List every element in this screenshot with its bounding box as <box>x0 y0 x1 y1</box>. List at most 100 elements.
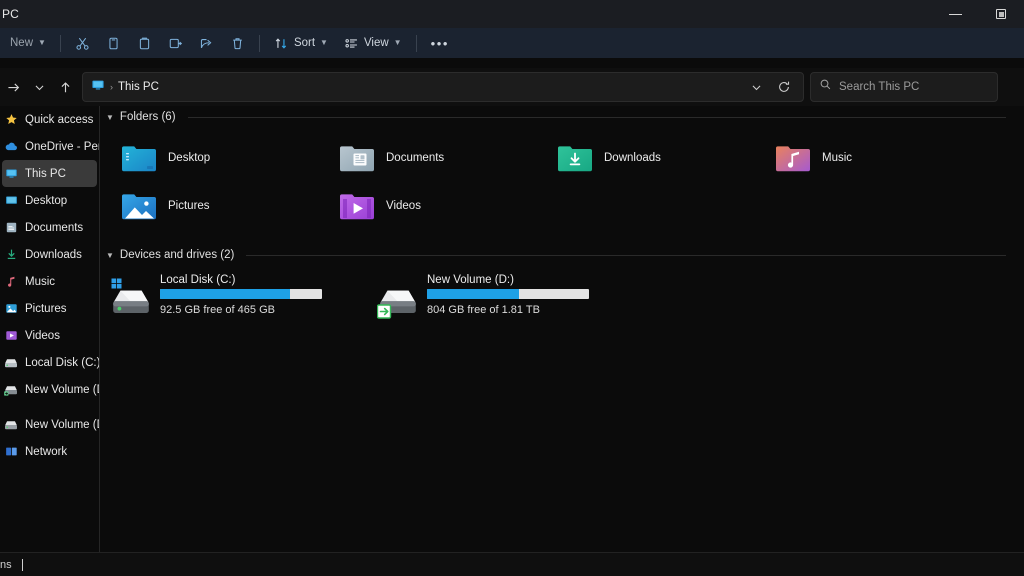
downloads-folder-icon <box>558 144 592 172</box>
sidebar-item-videos[interactable]: Videos <box>2 322 97 349</box>
drive-info: New Volume (D:) 804 GB free of 1.81 TB <box>427 272 589 316</box>
folder-tile[interactable]: Downloads <box>558 134 776 182</box>
share-icon <box>199 36 214 51</box>
breadcrumb[interactable]: › This PC <box>91 78 737 97</box>
navigation-pane[interactable]: Quick access OneDrive - Personal This PC De… <box>0 106 99 552</box>
delete-icon <box>230 36 245 51</box>
drives-group-header[interactable]: ▼ Devices and drives (2) <box>100 244 1024 266</box>
folder-label: Music <box>822 152 853 164</box>
folder-tile[interactable]: Documents <box>340 134 558 182</box>
window-controls <box>932 0 1024 28</box>
file-list-pane[interactable]: ▼ Folders (6) Desktop Documents Downloads M… <box>100 106 1024 552</box>
sidebar-item-downloads[interactable]: Downloads <box>2 241 97 268</box>
star-pin-icon <box>4 113 18 127</box>
network-icon <box>4 445 18 459</box>
breadcrumb-current[interactable]: This PC <box>118 81 159 93</box>
downloads-folder-icon <box>4 248 18 262</box>
chevron-down-icon: ▼ <box>38 38 46 47</box>
view-button[interactable]: View ▼ <box>336 30 410 56</box>
paste-button[interactable] <box>129 30 160 56</box>
status-caret <box>21 558 23 571</box>
sidebar-item-documents[interactable]: Documents <box>2 214 97 241</box>
sidebar-item-label: Music <box>25 275 56 288</box>
drive-icon <box>110 278 152 320</box>
address-bar[interactable]: › This PC <box>82 72 804 102</box>
sidebar-item-pictures[interactable]: Pictures <box>2 295 97 322</box>
up-button[interactable] <box>52 74 78 100</box>
rename-icon <box>168 36 183 51</box>
drives-group-title: Devices and drives (2) <box>119 249 235 261</box>
delete-button[interactable] <box>222 30 253 56</box>
sidebar-item-local-disk-c[interactable]: Local Disk (C:) <box>2 349 99 376</box>
folder-tile[interactable]: Music <box>776 134 994 182</box>
sidebar-item-this-pc[interactable]: This PC <box>2 160 97 187</box>
new-button[interactable]: New ▼ <box>2 30 54 56</box>
sidebar-item-desktop[interactable]: Desktop <box>2 187 97 214</box>
onedrive-cloud-icon <box>4 140 18 154</box>
music-folder-icon <box>776 144 810 172</box>
sort-button[interactable]: Sort ▼ <box>266 30 336 56</box>
rename-button[interactable] <box>160 30 191 56</box>
drive-capacity-bar <box>160 289 322 299</box>
this-pc-icon <box>4 167 18 181</box>
drive-name: Local Disk (C:) <box>160 274 236 286</box>
sidebar-item-label: Videos <box>25 329 60 342</box>
minimize-button[interactable] <box>932 0 978 28</box>
drive-tile[interactable]: New Volume (D:) 804 GB free of 1.81 TB <box>376 272 589 322</box>
sidebar-item-onedrive-personal[interactable]: OneDrive - Personal <box>2 133 99 160</box>
refresh-button[interactable] <box>771 74 797 100</box>
sidebar-item-label: Pictures <box>25 302 67 315</box>
drive-name: New Volume (D:) <box>427 274 514 286</box>
this-pc-icon <box>91 78 105 97</box>
videos-folder-icon <box>4 329 18 343</box>
drive-icon <box>4 418 18 432</box>
toolbar-separator <box>415 34 417 52</box>
sidebar-item-label: OneDrive - Personal <box>25 140 99 153</box>
address-bar-actions <box>743 74 797 100</box>
sidebar-item-new-volume-d[interactable]: New Volume (D:) <box>2 376 99 403</box>
view-button-label: View <box>363 37 389 49</box>
title-bar[interactable]: PC <box>0 0 1024 28</box>
copy-button[interactable] <box>98 30 129 56</box>
share-button[interactable] <box>191 30 222 56</box>
sidebar-item-label: Desktop <box>25 194 68 207</box>
folder-label: Videos <box>386 200 421 212</box>
recent-locations-button[interactable] <box>26 74 52 100</box>
sidebar-item-network[interactable]: Network <box>2 438 97 465</box>
more-options-button[interactable]: ••• <box>423 30 457 56</box>
sidebar-item-label: Documents <box>25 221 84 234</box>
folder-tile[interactable]: Videos <box>340 182 558 230</box>
sidebar-item-new-volume-d[interactable]: New Volume (D:) <box>2 411 99 438</box>
folder-tile[interactable]: Desktop <box>122 134 340 182</box>
search-box[interactable]: Search This PC <box>810 72 998 102</box>
drive-tile[interactable]: Local Disk (C:) 92.5 GB free of 465 GB <box>110 272 322 322</box>
folders-group-title: Folders (6) <box>119 111 176 123</box>
desktop-folder-icon <box>4 194 18 208</box>
folders-group-header[interactable]: ▼ Folders (6) <box>100 106 1024 128</box>
folders-grid: Desktop Documents Downloads Music Pictures Vi… <box>100 128 1024 230</box>
status-item-count: ns <box>0 558 12 571</box>
sidebar-item-quick-access[interactable]: Quick access <box>2 106 97 133</box>
sidebar-item-label: New Volume (D:) <box>25 418 99 431</box>
sidebar-item-label: Downloads <box>25 248 82 261</box>
group-divider <box>187 116 1006 118</box>
search-input[interactable]: Search This PC <box>839 81 919 93</box>
sidebar-item-label: New Volume (D:) <box>25 383 99 396</box>
navigation-tree: Quick access OneDrive - Personal This PC De… <box>0 106 99 465</box>
address-dropdown-button[interactable] <box>743 74 769 100</box>
drive-capacity-fill <box>427 289 520 299</box>
sidebar-item-music[interactable]: Music <box>2 268 97 295</box>
folder-tile[interactable]: Pictures <box>122 182 340 230</box>
chevron-down-icon[interactable]: ▼ <box>106 251 114 260</box>
chevron-down-icon[interactable]: ▼ <box>106 113 114 122</box>
cut-button[interactable] <box>67 30 98 56</box>
maximize-button[interactable] <box>978 0 1024 28</box>
more-icon: ••• <box>430 35 450 51</box>
toolbar-separator <box>258 34 260 52</box>
sidebar-item-label: Quick access <box>25 113 94 126</box>
drive-capacity-fill <box>160 289 290 299</box>
pictures-folder-icon <box>122 192 156 220</box>
forward-button[interactable] <box>0 74 26 100</box>
folder-label: Documents <box>386 152 445 164</box>
toolbar-separator <box>59 34 61 52</box>
